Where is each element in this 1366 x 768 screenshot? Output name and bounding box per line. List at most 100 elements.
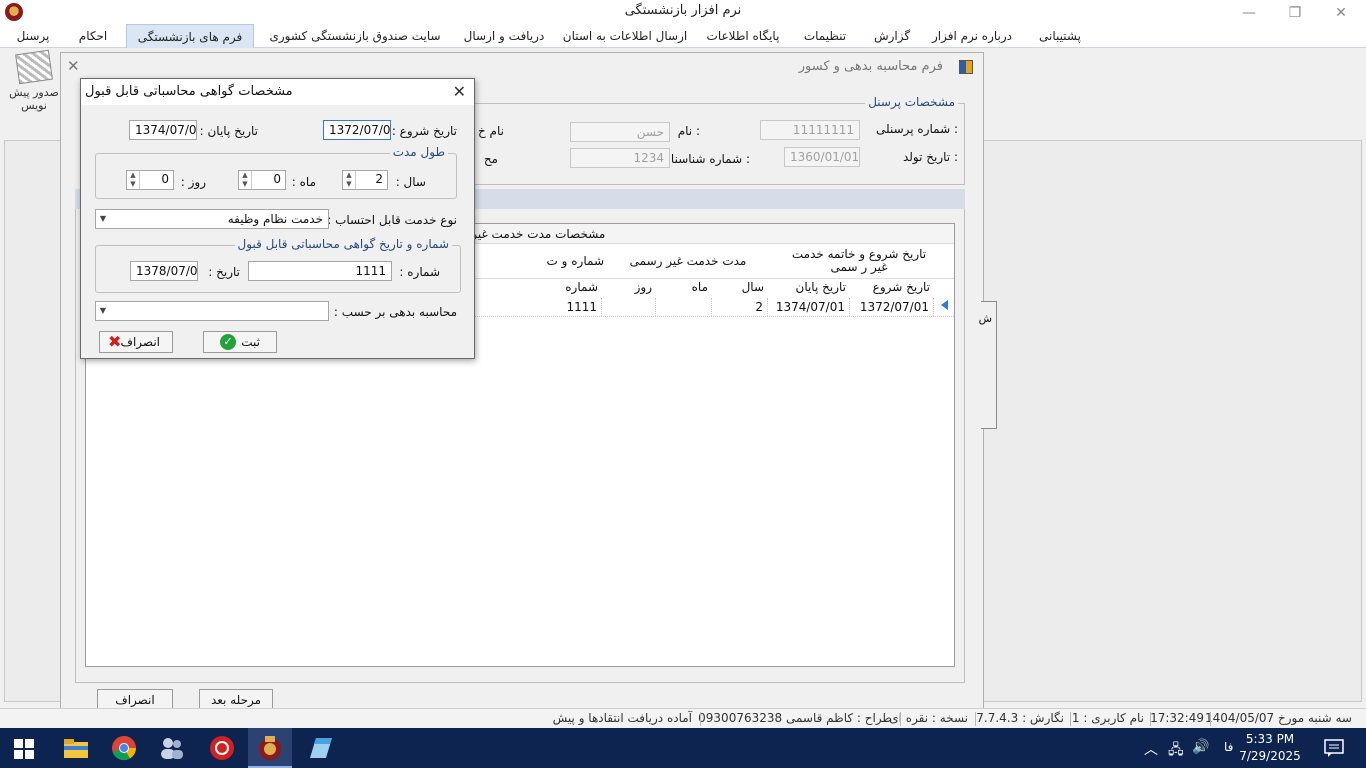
cancel-x-icon: ✖ xyxy=(108,332,122,351)
tab-rulings[interactable]: احکام xyxy=(70,24,116,48)
certificate-legend: شماره و تاریخ گواهی محاسباتی قابل قبول xyxy=(234,237,452,251)
draft-issue-label: صدور پیش نویس xyxy=(9,86,59,112)
close-button[interactable]: ✕ xyxy=(1318,2,1364,24)
end-date-field[interactable]: 1374/07/01 xyxy=(129,120,197,140)
status-bar: سه شنبه مورخ 1404/05/07 17:32:49 نام کار… xyxy=(0,708,1366,728)
status-separator xyxy=(975,712,976,726)
dialog-close-icon[interactable]: ✕ xyxy=(453,82,466,101)
users-icon[interactable] xyxy=(158,734,186,762)
tab-report[interactable]: گزارش xyxy=(866,24,918,48)
status-user: نام کاربری : 1 xyxy=(1071,711,1144,725)
status-separator xyxy=(900,712,901,726)
year-spinner[interactable]: 2 ▲ ▼ xyxy=(342,170,388,190)
app-titlebar: نرم افزار بازنشستگی — ❐ ✕ xyxy=(0,0,1366,24)
tab-receive-send[interactable]: دریافت و ارسال xyxy=(458,24,550,48)
draft-issue-button[interactable]: صدور پیش نویس xyxy=(4,49,64,122)
cell-start[interactable]: 1372/07/01 xyxy=(852,298,934,316)
app-title: نرم افزار بازنشستگی xyxy=(624,3,742,18)
col-start: تاریخ شروع xyxy=(872,280,930,294)
minimize-button[interactable]: — xyxy=(1226,2,1272,24)
day-value: 0 xyxy=(161,172,169,186)
notification-icon[interactable] xyxy=(1324,739,1344,757)
dropdown-arrow-icon[interactable]: ▼ xyxy=(96,302,110,320)
cert-date-field[interactable]: 1378/07/01 xyxy=(130,261,198,281)
status-date: سه شنبه مورخ 1404/05/07 xyxy=(1204,711,1352,725)
service-type-value: خدمت نظام وظیفه xyxy=(227,212,323,226)
menu-bar: پشتیبانی درباره نرم افزار گزارش تنظیمات … xyxy=(0,24,1366,48)
tab-database[interactable]: پایگاه اطلاعات xyxy=(700,24,786,48)
personnel-group: مشخصات پرسنل شماره پرسنلی : 11111111 تار… xyxy=(471,95,965,185)
chrome-icon[interactable] xyxy=(110,734,138,762)
grid-header-number-date: شماره و ت xyxy=(546,254,604,268)
media-player-icon[interactable] xyxy=(208,734,236,762)
day-spinner[interactable]: 0 ▲ ▼ xyxy=(126,170,174,190)
id-no-field[interactable]: 1234 xyxy=(570,148,670,168)
duration-group: طول مدت سال : 2 ▲ ▼ ماه : 0 ▲ ▼ روز : 0 ▲ ▼ xyxy=(95,145,457,199)
restore-button[interactable]: ❐ xyxy=(1272,2,1318,24)
save-label: ثبت xyxy=(241,335,260,349)
cell-day[interactable] xyxy=(604,298,656,316)
dialog-titlebar: مشخصات گواهی محاسباتی قابل قبول ✕ xyxy=(81,79,474,105)
row-selector-icon xyxy=(941,300,948,310)
grid-header-dates: تاریخ شروع و خاتمه خدمت غیر ر سمی xyxy=(791,247,927,274)
personnel-no-field[interactable]: 11111111 xyxy=(760,120,860,140)
retirement-app-icon[interactable] xyxy=(256,734,284,762)
cert-number-field[interactable]: 1111 xyxy=(248,261,392,281)
calc-form-title: فرم محاسبه بدهی و کسور xyxy=(798,59,943,74)
col-day: روز xyxy=(634,280,652,294)
year-value: 2 xyxy=(375,172,383,186)
spinner-arrows-icon[interactable]: ▲ ▼ xyxy=(343,171,356,189)
col-end: تاریخ پایان xyxy=(795,280,847,294)
status-separator xyxy=(1150,712,1151,726)
tab-about[interactable]: درباره نرم افزار xyxy=(930,24,1014,48)
taskbar-clock[interactable]: 5:33 PM 7/29/2025 xyxy=(1230,731,1310,765)
tab-personnel[interactable]: پرسنل xyxy=(8,24,58,48)
place-label: مح xyxy=(483,152,498,166)
duration-legend: طول مدت xyxy=(389,145,448,159)
form-window-icon xyxy=(959,60,973,74)
cell-year[interactable]: 2 xyxy=(714,298,768,316)
name-field[interactable]: حسن xyxy=(570,122,670,142)
year-label: سال : xyxy=(395,175,426,189)
spinner-arrows-icon[interactable]: ▲ ▼ xyxy=(127,171,140,189)
network-icon[interactable]: 🖧 xyxy=(1168,739,1184,763)
status-designer: طراح : کاظم قاسمی 09300763238 xyxy=(698,711,892,725)
side-panel: ش xyxy=(978,301,997,429)
dropdown-arrow-icon[interactable]: ▼ xyxy=(96,210,110,228)
status-separator xyxy=(1210,712,1211,726)
start-date-label: تاریخ شروع : xyxy=(391,124,457,138)
save-button[interactable]: ✓ ثبت xyxy=(203,331,277,353)
calc-form-close-icon[interactable]: ✕ xyxy=(67,57,80,75)
tab-settings[interactable]: تنظیمات xyxy=(796,24,854,48)
tab-support[interactable]: پشتیبانی xyxy=(1030,24,1090,48)
status-separator xyxy=(700,712,701,726)
notepad-icon[interactable] xyxy=(306,734,334,762)
file-explorer-icon[interactable] xyxy=(62,734,90,762)
service-type-combo[interactable]: خدمت نظام وظیفه ▼ xyxy=(95,209,329,229)
personnel-legend: مشخصات پرسنل xyxy=(865,95,958,109)
windows-start-icon[interactable] xyxy=(14,739,34,759)
birth-date-label: تاریخ تولد : xyxy=(902,150,958,164)
start-date-field[interactable]: 1372/07/01 xyxy=(323,120,391,140)
volume-icon[interactable]: 🔊 xyxy=(1192,739,1209,755)
tab-send-province[interactable]: ارسال اطلاعات به استان xyxy=(560,24,690,48)
cert-number-label: شماره : xyxy=(399,265,440,279)
family-label: نام خ xyxy=(478,124,504,138)
calc-basis-combo[interactable]: ▼ xyxy=(95,301,329,321)
status-version: نگارش : 7.7.4.3 xyxy=(976,711,1064,725)
month-spinner[interactable]: 0 ▲ ▼ xyxy=(238,170,286,190)
dialog-title: مشخصات گواهی محاسباتی قابل قبول xyxy=(85,84,293,99)
spinner-arrows-icon[interactable]: ▲ ▼ xyxy=(239,171,252,189)
side-panel-text: ش xyxy=(978,312,992,325)
certificate-dialog: مشخصات گواهی محاسباتی قابل قبول ✕ تاریخ … xyxy=(80,78,475,359)
birth-date-field[interactable]: 1360/01/01 xyxy=(784,147,860,167)
month-label: ماه : xyxy=(291,175,316,189)
name-label: نام : xyxy=(677,124,700,138)
tab-fund-site[interactable]: سایت صندوق بازنشستگی کشوری xyxy=(262,24,448,48)
tab-retirement-forms[interactable]: فرم های بازنشستگی xyxy=(126,24,254,48)
cell-end[interactable]: 1374/07/01 xyxy=(770,298,850,316)
tray-chevron-icon[interactable]: ︿ xyxy=(1144,739,1158,759)
cell-number[interactable]: 1111 xyxy=(482,298,602,316)
dialog-cancel-button[interactable]: ✖ انصراف xyxy=(99,331,173,353)
cell-month[interactable] xyxy=(658,298,712,316)
